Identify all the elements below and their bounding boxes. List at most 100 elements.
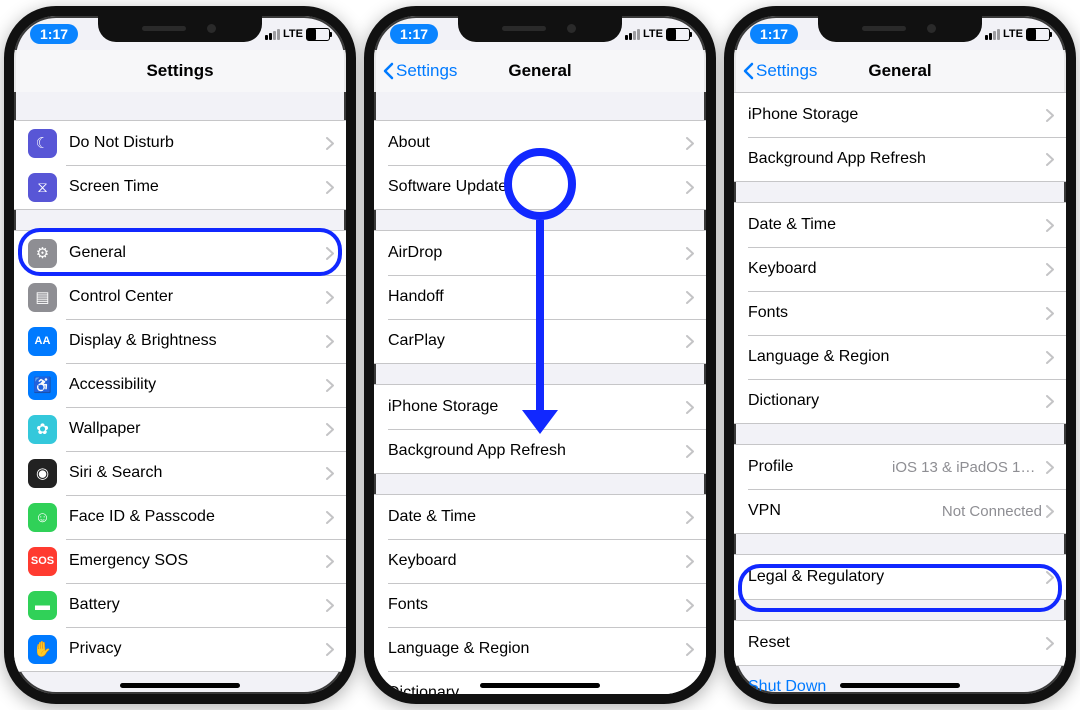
phone-settings: 1:17 LTE Settings ☾Do Not Disturb⧖Screen… [4, 6, 356, 704]
row-label: Date & Time [748, 216, 1046, 234]
chevron-right-icon [1046, 109, 1054, 122]
row-label: About [388, 134, 686, 152]
general-list[interactable]: About Software Update AirDrop HandoffCarPla… [374, 92, 706, 694]
network-label: LTE [1003, 28, 1023, 40]
row-iphone-storage[interactable]: iPhone Storage [374, 385, 706, 429]
chevron-right-icon [686, 555, 694, 568]
row-label: Face ID & Passcode [69, 508, 326, 526]
chevron-right-icon [686, 511, 694, 524]
chevron-right-icon [686, 687, 694, 695]
chevron-right-icon [326, 137, 334, 150]
settings-row-screen-time[interactable]: ⧖ Screen Time [14, 165, 346, 209]
row-carplay[interactable]: CarPlay [374, 319, 706, 363]
home-indicator[interactable] [840, 683, 960, 688]
settings-row-general[interactable]: ⚙General [14, 231, 346, 275]
row-iphone-storage[interactable]: iPhone Storage [734, 93, 1066, 137]
row-language-region[interactable]: Language & Region [734, 335, 1066, 379]
row-reset[interactable]: Reset [734, 621, 1066, 665]
status-time: 1:17 [390, 24, 438, 44]
moon-icon: ☾ [28, 129, 57, 158]
page-title: General [868, 61, 931, 81]
row-profile[interactable]: ProfileiOS 13 & iPadOS 13 Beta Softwar..… [734, 445, 1066, 489]
battery-icon [1026, 28, 1050, 41]
chevron-right-icon [686, 137, 694, 150]
row-label: Background App Refresh [388, 442, 686, 460]
row-background-app-refresh[interactable]: Background App Refresh [734, 137, 1066, 181]
back-label: Settings [396, 61, 457, 81]
hand-icon: ✋ [28, 635, 57, 664]
row-language-region[interactable]: Language & Region [374, 627, 706, 671]
row-keyboard[interactable]: Keyboard [374, 539, 706, 583]
flower-icon: ✿ [28, 415, 57, 444]
row-fonts[interactable]: Fonts [374, 583, 706, 627]
settings-list[interactable]: ☾Do Not Disturb ⧖ Screen Time ⚙General▤Cont… [14, 92, 346, 694]
row-label: iPhone Storage [388, 398, 686, 416]
settings-row-do-not-disturb[interactable]: ☾Do Not Disturb [14, 121, 346, 165]
chevron-right-icon [686, 247, 694, 260]
notch [818, 16, 982, 42]
notch [458, 16, 622, 42]
battery-icon: ▬ [28, 591, 57, 620]
chevron-right-icon [326, 599, 334, 612]
chevron-right-icon [686, 643, 694, 656]
home-indicator[interactable] [480, 683, 600, 688]
row-label: Profile [748, 458, 892, 476]
signal-bars-icon [265, 29, 280, 40]
row-label: Emergency SOS [69, 552, 326, 570]
row-label: General [69, 244, 326, 262]
aa-icon: AA [28, 327, 57, 356]
settings-row-control-center[interactable]: ▤Control Center [14, 275, 346, 319]
shut-down-link[interactable]: Shut Down [734, 666, 1066, 694]
chevron-right-icon [1046, 351, 1054, 364]
chevron-right-icon [686, 599, 694, 612]
row-fonts[interactable]: Fonts [734, 291, 1066, 335]
row-label: Display & Brightness [69, 332, 326, 350]
nav-bar: Settings General [374, 50, 706, 92]
general-list-scrolled[interactable]: iPhone Storage Background App Refresh Date… [734, 92, 1066, 694]
status-time: 1:17 [750, 24, 798, 44]
settings-row-wallpaper[interactable]: ✿Wallpaper [14, 407, 346, 451]
row-legal-regulatory[interactable]: Legal & Regulatory [734, 555, 1066, 599]
notch [98, 16, 262, 42]
row-handoff[interactable]: Handoff [374, 275, 706, 319]
settings-row-battery[interactable]: ▬Battery [14, 583, 346, 627]
settings-row-siri-search[interactable]: ◉Siri & Search [14, 451, 346, 495]
row-airdrop[interactable]: AirDrop [374, 231, 706, 275]
row-label: VPN [748, 502, 942, 520]
row-label: Background App Refresh [748, 150, 1046, 168]
settings-row-privacy[interactable]: ✋Privacy [14, 627, 346, 671]
chevron-left-icon [382, 62, 394, 80]
row-background-app-refresh[interactable]: Background App Refresh [374, 429, 706, 473]
status-time: 1:17 [30, 24, 78, 44]
chevron-right-icon [1046, 219, 1054, 232]
settings-row-emergency-sos[interactable]: SOSEmergency SOS [14, 539, 346, 583]
signal-bars-icon [625, 29, 640, 40]
row-label: Keyboard [748, 260, 1046, 278]
row-about[interactable]: About [374, 121, 706, 165]
hourglass-icon: ⧖ [28, 173, 57, 202]
home-indicator[interactable] [120, 683, 240, 688]
row-dictionary[interactable]: Dictionary [734, 379, 1066, 423]
row-software-update[interactable]: Software Update [374, 165, 706, 209]
chevron-right-icon [686, 291, 694, 304]
row-label: Date & Time [388, 508, 686, 526]
settings-row-accessibility[interactable]: ♿Accessibility [14, 363, 346, 407]
row-label: AirDrop [388, 244, 686, 262]
chevron-left-icon [742, 62, 754, 80]
row-vpn[interactable]: VPNNot Connected [734, 489, 1066, 533]
back-button[interactable]: Settings [382, 61, 457, 81]
row-label: Screen Time [69, 178, 326, 196]
network-label: LTE [643, 28, 663, 40]
row-date-time[interactable]: Date & Time [734, 203, 1066, 247]
chevron-right-icon [326, 181, 334, 194]
settings-row-face-id-passcode[interactable]: ☺Face ID & Passcode [14, 495, 346, 539]
page-title: Settings [146, 61, 213, 81]
back-button[interactable]: Settings [742, 61, 817, 81]
settings-row-display-brightness[interactable]: AA Display & Brightness [14, 319, 346, 363]
row-keyboard[interactable]: Keyboard [734, 247, 1066, 291]
battery-icon [306, 28, 330, 41]
siri-icon: ◉ [28, 459, 57, 488]
chevron-right-icon [326, 335, 334, 348]
row-date-time[interactable]: Date & Time [374, 495, 706, 539]
row-label: iPhone Storage [748, 106, 1046, 124]
